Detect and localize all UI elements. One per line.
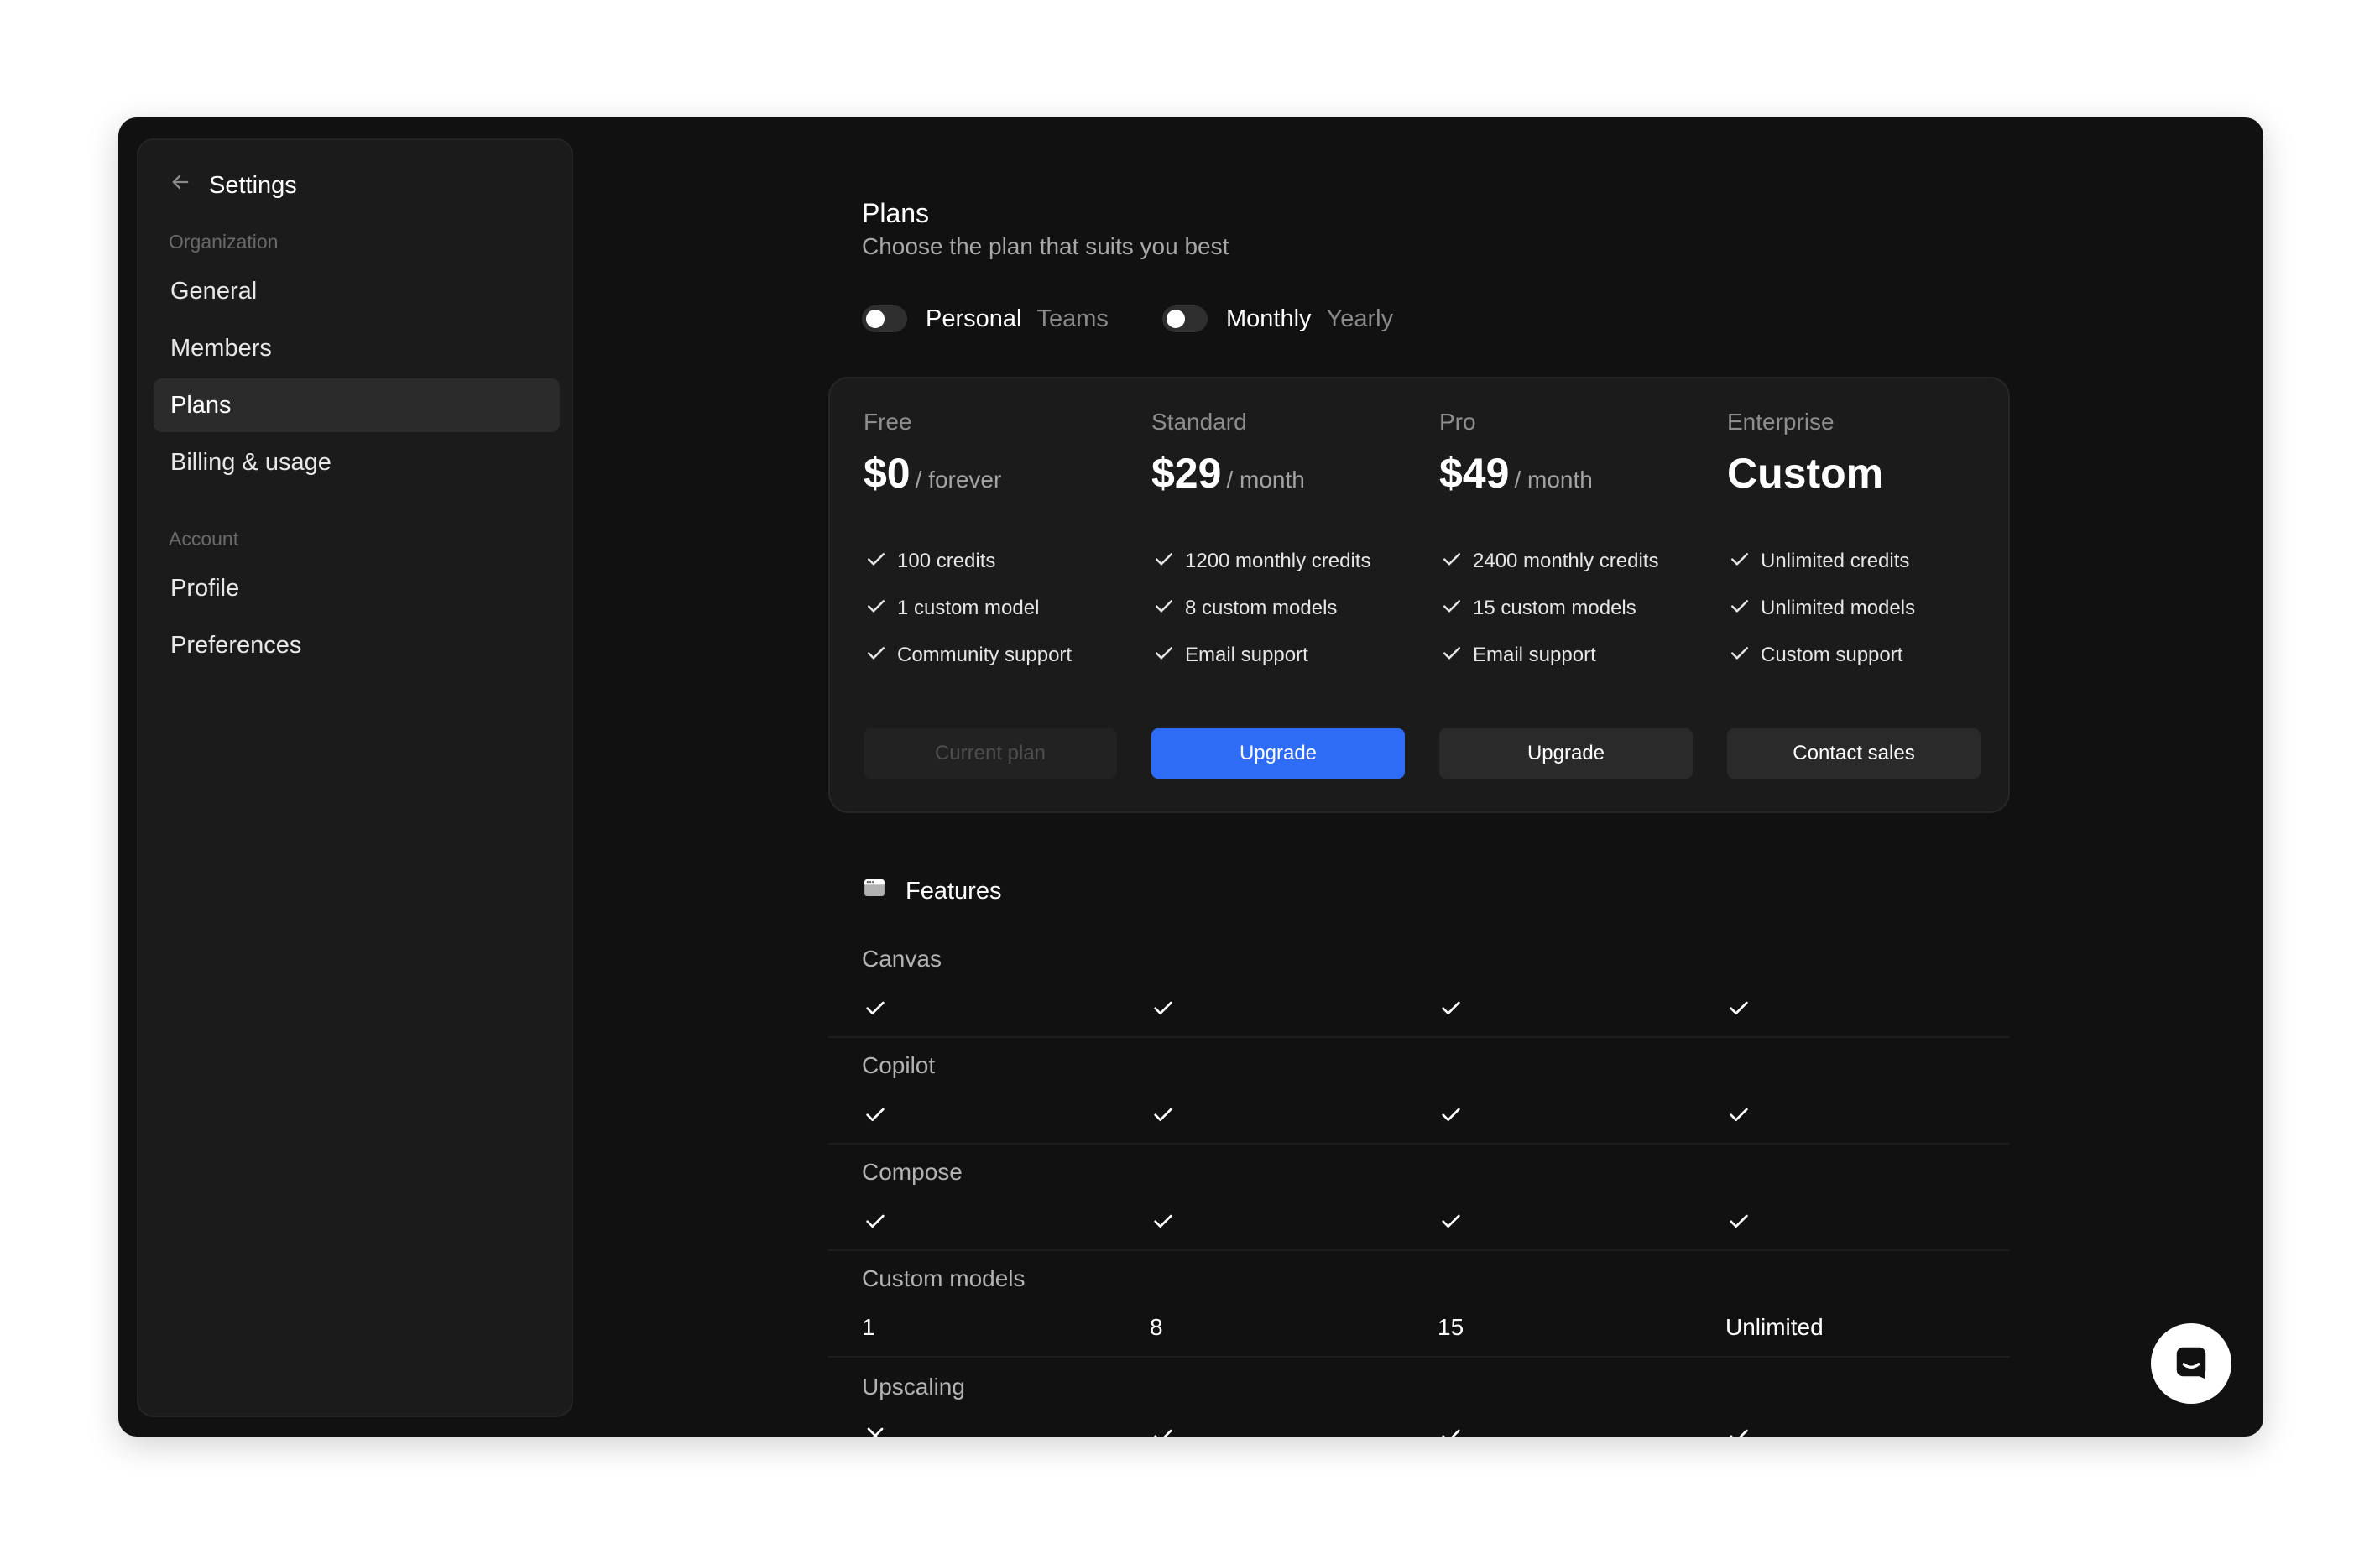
plan-free: Free $0 / forever 100 credits 1 custom m… <box>864 378 1149 815</box>
feature-row: Canvas <box>828 932 2010 1038</box>
plan-feature: 2400 monthly credits <box>1439 538 1658 585</box>
check-icon <box>862 1202 889 1239</box>
check-icon <box>862 989 889 1026</box>
chat-support-button[interactable] <box>2151 1323 2231 1404</box>
check-icon <box>1725 1417 1752 1437</box>
features-heading: Features <box>862 873 1001 910</box>
check-icon <box>1439 593 1464 624</box>
check-icon <box>1438 1096 1464 1133</box>
plan-feature-list: 1200 monthly credits 8 custom models Ema… <box>1151 538 1370 679</box>
contact-sales-button[interactable]: Contact sales <box>1727 728 1981 779</box>
feature-row: Upscaling <box>828 1360 2010 1437</box>
upgrade-pro-button[interactable]: Upgrade <box>1439 728 1693 779</box>
plan-standard: Standard $29 / month 1200 monthly credit… <box>1151 378 1437 815</box>
upgrade-standard-button[interactable]: Upgrade <box>1151 728 1405 779</box>
toggle-option-personal[interactable]: Personal <box>926 305 1021 333</box>
plan-feature: Unlimited credits <box>1727 538 1915 585</box>
feature-label: Custom models <box>862 1265 1026 1291</box>
toggle-option-monthly[interactable]: Monthly <box>1226 305 1312 333</box>
check-icon <box>1725 1096 1752 1133</box>
billing-period-toggle: Monthly Yearly <box>1162 300 1393 337</box>
plan-name: Free <box>864 409 912 435</box>
account-type-toggle: Personal Teams <box>862 300 1109 337</box>
chat-icon <box>2172 1343 2210 1385</box>
check-icon <box>1150 989 1177 1026</box>
feature-value: 15 <box>1438 1314 1464 1340</box>
check-icon <box>864 546 889 577</box>
check-icon <box>1438 989 1464 1026</box>
feature-label: Canvas <box>862 946 942 972</box>
x-icon <box>862 1417 889 1437</box>
plan-feature: 1 custom model <box>864 585 1072 632</box>
feature-value: 1 <box>862 1314 875 1340</box>
check-icon <box>1438 1417 1464 1437</box>
price-amount: $49 <box>1439 450 1510 497</box>
billing-period-switch[interactable] <box>1162 305 1208 332</box>
plans-card: Free $0 / forever 100 credits 1 custom m… <box>828 377 2010 813</box>
feature-label: Upscaling <box>862 1374 965 1400</box>
price-amount: $29 <box>1151 450 1222 497</box>
toggle-option-yearly[interactable]: Yearly <box>1327 305 1394 333</box>
plan-feature: 100 credits <box>864 538 1072 585</box>
check-icon <box>1438 1202 1464 1239</box>
check-icon <box>1725 989 1752 1026</box>
plan-feature: 1200 monthly credits <box>1151 538 1370 585</box>
plan-feature: 15 custom models <box>1439 585 1658 632</box>
feature-row: Copilot <box>828 1039 2010 1145</box>
check-icon <box>862 1096 889 1133</box>
plan-name: Standard <box>1151 409 1247 435</box>
feature-value: Unlimited <box>1725 1314 1824 1340</box>
plan-enterprise: Enterprise Custom Unlimited credits Unli… <box>1727 378 2012 815</box>
plans-page: Plans Choose the plan that suits you bes… <box>118 117 2263 1437</box>
plan-name: Pro <box>1439 409 1476 435</box>
check-icon <box>1150 1202 1177 1239</box>
check-icon <box>1150 1096 1177 1133</box>
check-icon <box>1725 1202 1752 1239</box>
plan-name: Enterprise <box>1727 409 1835 435</box>
plan-feature-list: Unlimited credits Unlimited models Custo… <box>1727 538 1915 679</box>
price-amount: $0 <box>864 450 911 497</box>
plan-price: $29 / month <box>1151 449 1305 498</box>
feature-row: Compose <box>828 1145 2010 1251</box>
plan-pro: Pro $49 / month 2400 monthly credits 15 … <box>1439 378 1725 815</box>
plan-feature: Custom support <box>1727 632 1915 679</box>
check-icon <box>1727 640 1752 671</box>
check-icon <box>1727 546 1752 577</box>
price-period: / month <box>1226 467 1305 493</box>
page-subtitle: Choose the plan that suits you best <box>862 233 1229 259</box>
plan-feature-list: 2400 monthly credits 15 custom models Em… <box>1439 538 1658 679</box>
app-window: Settings Organization General Members Pl… <box>118 117 2263 1437</box>
plan-price: $0 / forever <box>864 449 1001 498</box>
check-icon <box>864 593 889 624</box>
page-title: Plans <box>862 198 930 228</box>
plan-price: Custom <box>1727 449 1888 498</box>
price-period: / month <box>1514 467 1593 493</box>
check-icon <box>1439 546 1464 577</box>
feature-label: Compose <box>862 1159 963 1185</box>
plan-feature: Email support <box>1151 632 1370 679</box>
current-plan-button[interactable]: Current plan <box>864 728 1117 779</box>
plan-feature-list: 100 credits 1 custom model Community sup… <box>864 538 1072 679</box>
account-type-switch[interactable] <box>862 305 907 332</box>
plan-feature: Email support <box>1439 632 1658 679</box>
price-amount: Custom <box>1727 450 1884 497</box>
check-icon <box>1150 1417 1177 1437</box>
check-icon <box>1151 593 1177 624</box>
check-icon <box>1151 640 1177 671</box>
check-icon <box>864 640 889 671</box>
window-icon <box>862 875 887 907</box>
plan-feature: 8 custom models <box>1151 585 1370 632</box>
check-icon <box>1727 593 1752 624</box>
features-title: Features <box>906 877 1002 905</box>
plan-price: $49 / month <box>1439 449 1593 498</box>
plan-feature: Unlimited models <box>1727 585 1915 632</box>
check-icon <box>1151 546 1177 577</box>
feature-label: Copilot <box>862 1052 936 1078</box>
price-period: / forever <box>915 467 1002 493</box>
toggle-option-teams[interactable]: Teams <box>1036 305 1108 333</box>
feature-row: Custom models 1 8 15 Unlimited <box>828 1252 2010 1358</box>
feature-value: 8 <box>1150 1314 1163 1340</box>
plan-feature: Community support <box>864 632 1072 679</box>
check-icon <box>1439 640 1464 671</box>
